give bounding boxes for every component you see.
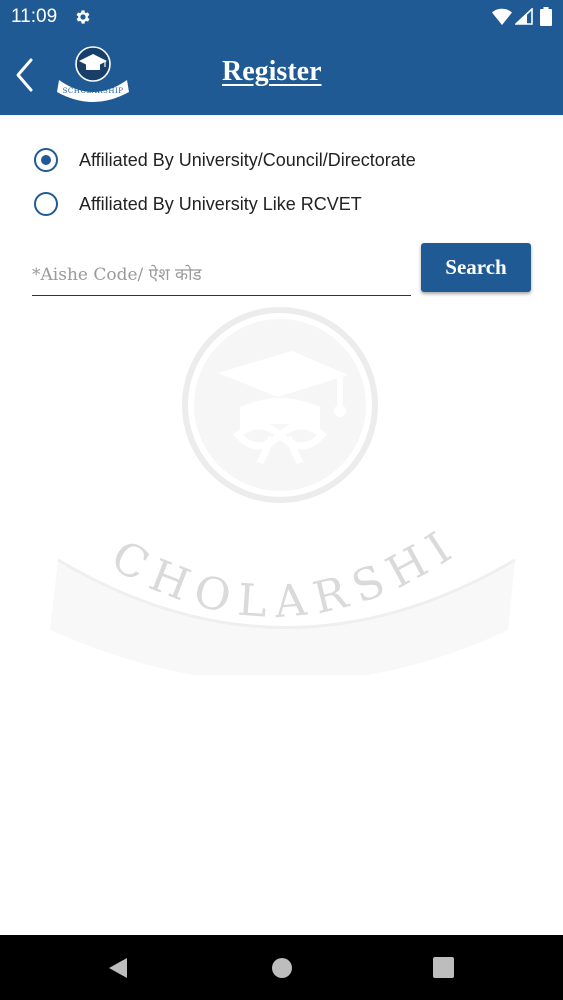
scholarship-logo: SCHOLARSHIP	[57, 46, 129, 102]
scholarship-watermark: SCHOLARSHIP	[40, 305, 516, 675]
radio-affiliated-council[interactable]: Affiliated By University/Council/Directo…	[34, 145, 416, 175]
chevron-left-icon[interactable]	[12, 56, 38, 94]
page-title: Register	[222, 56, 322, 87]
status-time: 11:09	[11, 6, 58, 27]
status-bar: 11:09	[0, 0, 563, 34]
wifi-icon	[492, 8, 512, 25]
search-button[interactable]: Search	[421, 243, 531, 292]
cell-signal-icon	[515, 8, 533, 25]
radio-label: Affiliated By University Like RCVET	[79, 193, 362, 214]
radio-button-unselected[interactable]	[34, 192, 58, 216]
radio-affiliated-rcvet[interactable]: Affiliated By University Like RCVET	[34, 189, 362, 219]
logo-text: SCHOLARSHIP	[63, 87, 124, 95]
nav-recents-icon[interactable]	[433, 957, 454, 978]
radio-label: Affiliated By University/Council/Directo…	[79, 149, 416, 170]
battery-icon	[540, 7, 552, 26]
app-bar: SCHOLARSHIP Register	[0, 34, 563, 115]
aishe-code-field	[32, 258, 411, 296]
aishe-code-input[interactable]	[32, 258, 411, 292]
nav-home-icon[interactable]	[271, 957, 293, 979]
nav-back-icon[interactable]	[108, 957, 128, 979]
radio-button-selected[interactable]	[34, 148, 58, 172]
gear-icon	[76, 10, 90, 24]
